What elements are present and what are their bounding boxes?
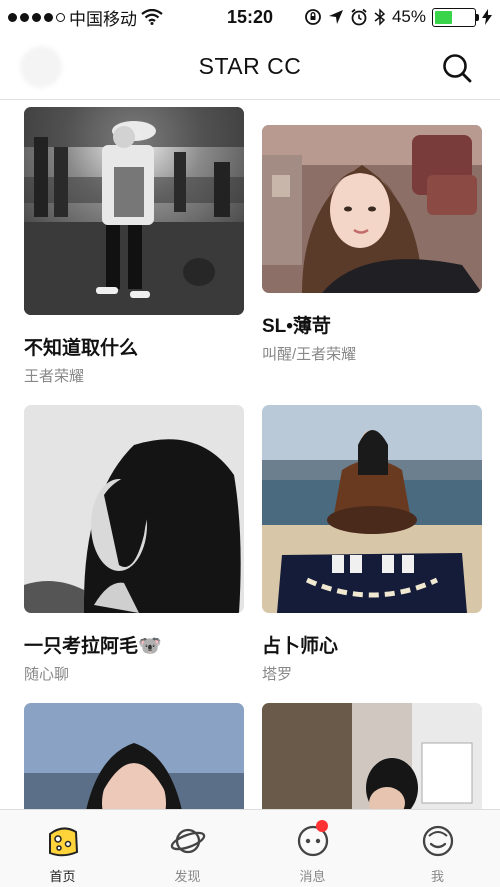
charging-bolt-icon (482, 9, 492, 25)
card-photo[interactable] (24, 405, 244, 613)
status-right: 45% (304, 7, 492, 27)
page-title: STAR CC (198, 53, 302, 79)
list-item[interactable]: 占卜师心 塔罗 (262, 405, 482, 684)
card-feed: 不知道取什么 王者荣耀 SL•薄苛 叫醒/王者荣耀 一只考拉阿毛🐨 随心聊 占卜… (0, 101, 500, 809)
search-icon[interactable] (440, 51, 474, 85)
tab-label: 发现 (174, 869, 201, 884)
carrier-label: 中国移动 (69, 9, 137, 29)
card-photo[interactable] (24, 107, 244, 315)
tab-messages[interactable]: 消息 (250, 810, 375, 887)
list-item[interactable]: 一只考拉阿毛🐨 随心聊 (24, 405, 244, 684)
planet-icon (170, 828, 205, 854)
bluetooth-icon (374, 8, 386, 26)
tab-label: 我 (430, 869, 444, 884)
tab-label: 消息 (299, 869, 326, 884)
tab-discover[interactable]: 发现 (125, 810, 250, 887)
signal-strength-icon (8, 12, 65, 22)
card-photo[interactable] (262, 125, 482, 293)
battery-level (435, 10, 453, 24)
tab-me[interactable]: 我 (375, 810, 500, 887)
card-photo[interactable] (24, 703, 244, 809)
alarm-icon (351, 8, 367, 26)
notification-badge (316, 820, 328, 832)
avatar[interactable] (20, 46, 62, 88)
tab-bar: 首页 发现 消息 我 (0, 809, 500, 887)
status-bar: 中国移动 15:20 45% (0, 0, 500, 34)
tab-home[interactable]: 首页 (0, 810, 125, 887)
card-tag: 塔罗 (262, 666, 293, 683)
wifi-icon (141, 9, 163, 25)
card-name: SL•薄苛 (262, 316, 331, 337)
list-item[interactable]: SL•薄苛 叫醒/王者荣耀 (262, 125, 482, 364)
profile-face-icon (422, 825, 453, 857)
list-item[interactable] (262, 703, 482, 809)
orientation-lock-icon (305, 9, 321, 25)
card-tag: 叫醒/王者荣耀 (262, 346, 357, 363)
home-cheese-icon (48, 827, 78, 857)
list-item[interactable] (24, 703, 244, 809)
card-name: 一只考拉阿毛🐨 (24, 636, 162, 657)
battery-icon (432, 7, 479, 27)
card-photo[interactable] (262, 703, 482, 809)
card-photo[interactable] (262, 405, 482, 613)
card-name: 不知道取什么 (24, 338, 139, 359)
card-tag: 随心聊 (24, 666, 70, 683)
nav-bar: STAR CC (0, 34, 500, 100)
list-item[interactable]: 不知道取什么 王者荣耀 (24, 107, 244, 386)
status-left: 中国移动 (8, 5, 163, 30)
location-arrow-icon (328, 10, 343, 24)
card-tag: 王者荣耀 (24, 368, 85, 385)
battery-percent: 45% (391, 7, 426, 26)
tab-label: 首页 (49, 869, 76, 884)
card-name: 占卜师心 (262, 636, 339, 657)
